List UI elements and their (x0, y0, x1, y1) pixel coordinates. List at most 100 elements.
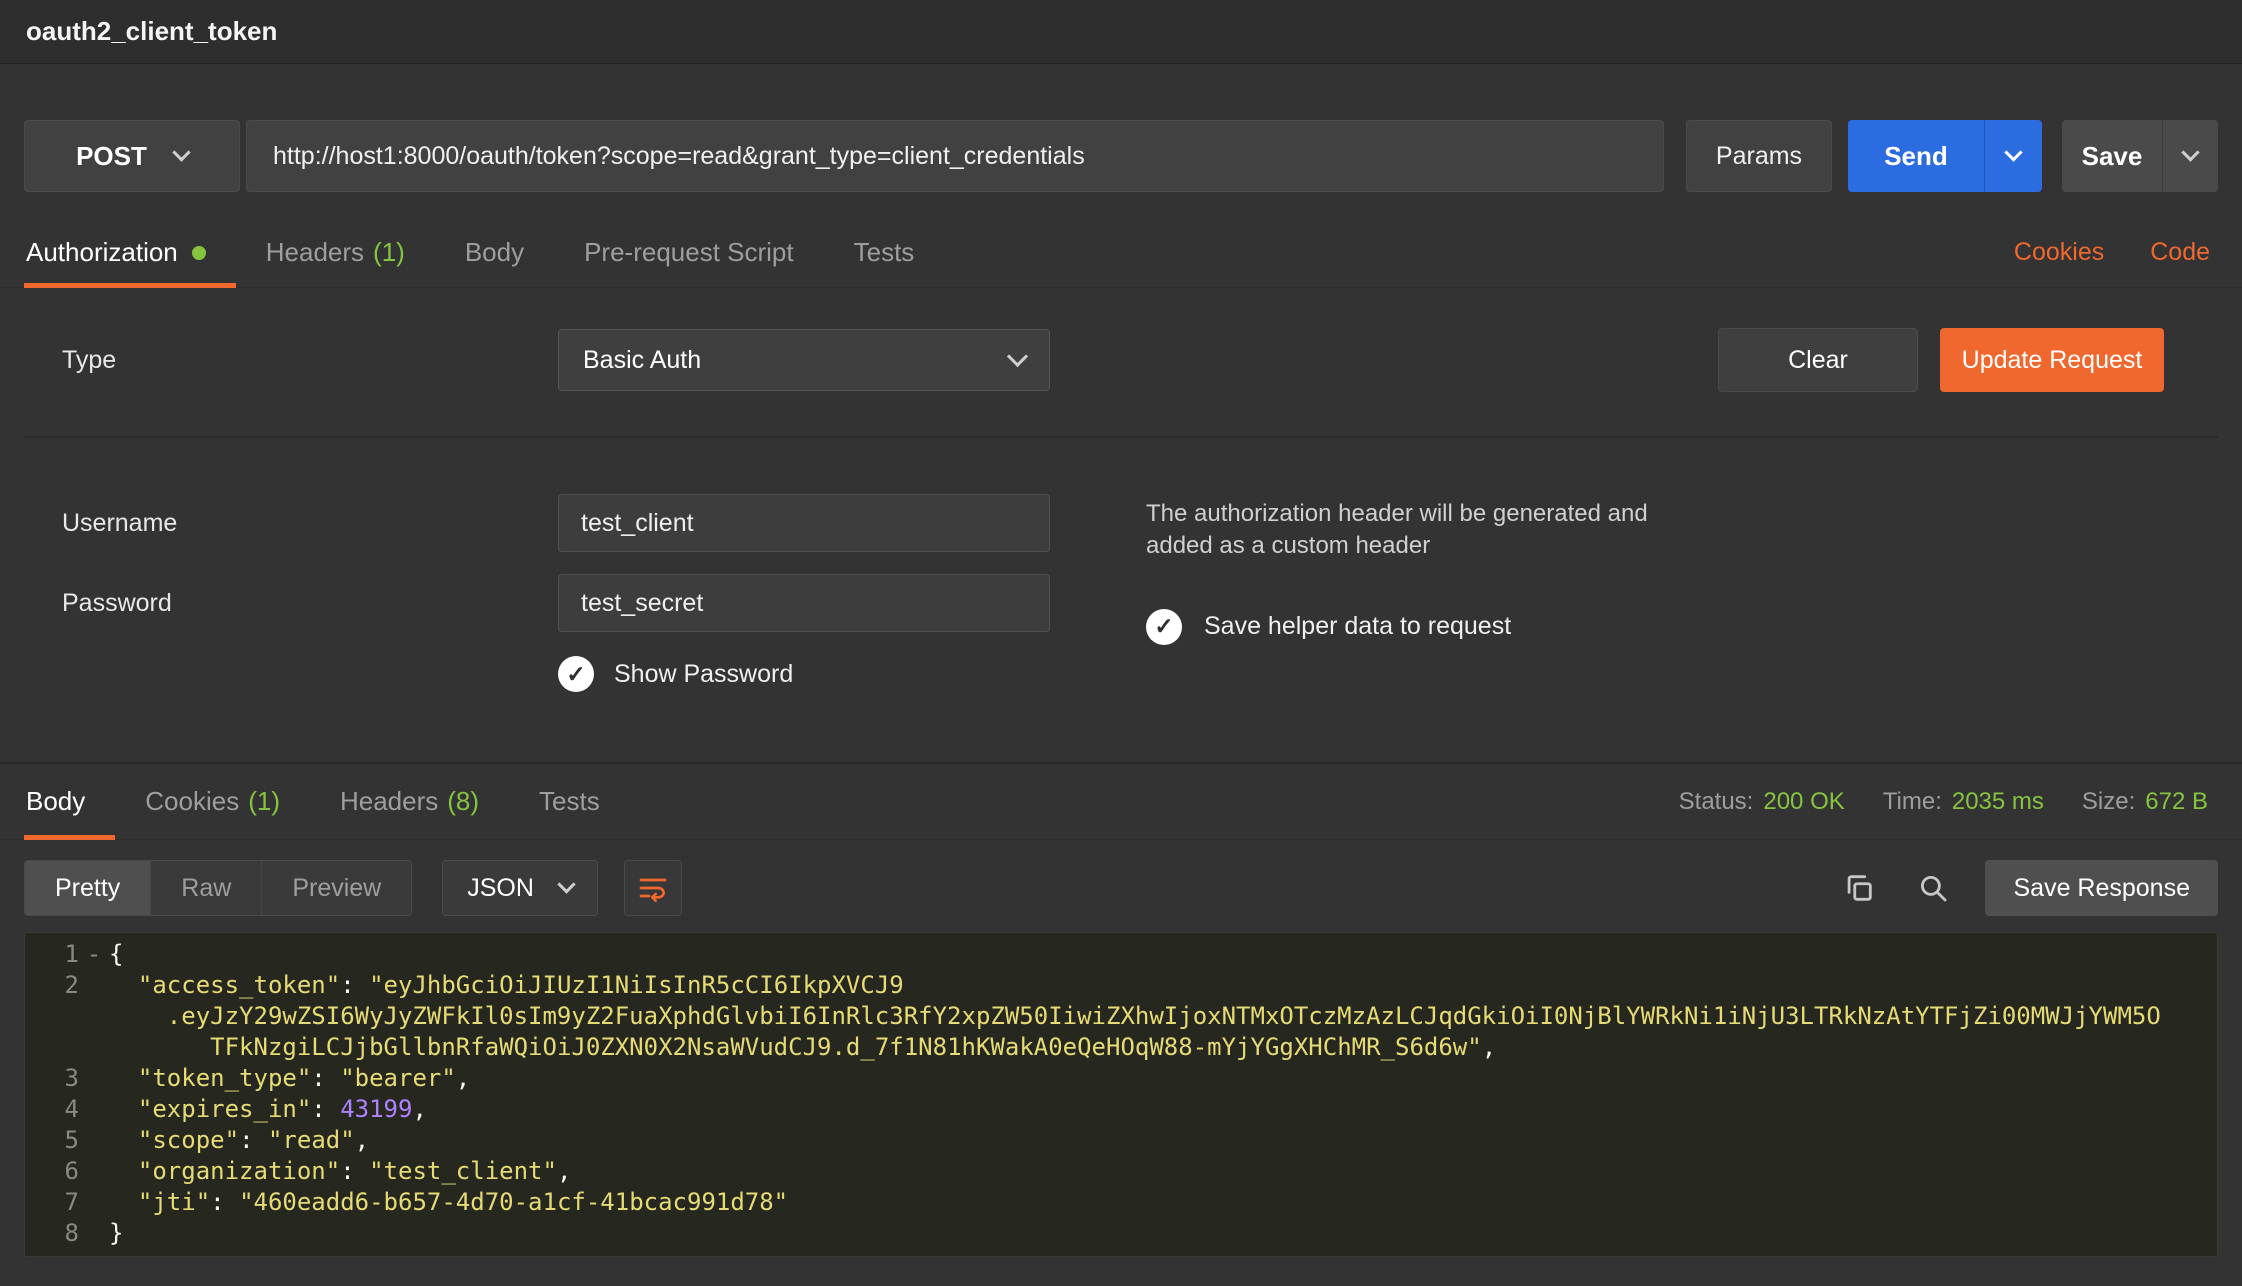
response-status-bar: Status: 200 OK Time: 2035 ms Size: 672 B (1679, 764, 2218, 839)
cookies-link[interactable]: Cookies (2014, 238, 2104, 267)
auth-credentials-area: Username Password ✓ Show Password The au… (24, 494, 2218, 692)
view-mode-raw[interactable]: Raw (151, 861, 262, 915)
save-helper-row: ✓ Save helper data to request (1146, 609, 1766, 645)
save-helper-checkbox[interactable]: ✓ (1146, 609, 1182, 645)
wrap-text-icon (637, 872, 669, 904)
username-row: Username (24, 494, 1050, 552)
active-auth-dot (192, 246, 206, 260)
tab-label: Tests (854, 237, 915, 268)
time-value: 2035 ms (1952, 788, 2044, 816)
line-number: 5 (25, 1125, 79, 1156)
code-link[interactable]: Code (2150, 238, 2210, 267)
response-body-code[interactable]: 1-{2 "access_token": "eyJhbGciOiJIUzI1Ni… (24, 932, 2218, 1257)
tab-label: Authorization (26, 237, 178, 268)
fold-gutter (79, 1125, 109, 1156)
auth-type-row: Type Basic Auth Clear Update Request (24, 328, 2218, 392)
response-toolbar: Pretty Raw Preview JSON (24, 860, 2218, 916)
show-password-checkbox[interactable]: ✓ (558, 656, 594, 692)
line-number: 6 (25, 1156, 79, 1187)
show-password-label: Show Password (614, 660, 793, 689)
fold-gutter (79, 970, 109, 1001)
fold-gutter (79, 1187, 109, 1218)
fold-gutter (79, 1063, 109, 1094)
tab-label: Headers (266, 237, 364, 268)
auth-type-actions: Clear Update Request (1718, 328, 2164, 392)
time-label: Time: (1883, 788, 1942, 816)
tab-label: Headers (340, 786, 438, 817)
chevron-down-icon (557, 875, 575, 893)
password-label: Password (24, 589, 558, 618)
code-line: 6 "organization": "test_client", (25, 1156, 2217, 1187)
save-response-button[interactable]: Save Response (1985, 860, 2218, 916)
code-line: 7 "jti": "460eadd6-b657-4d70-a1cf-41bcac… (25, 1187, 2217, 1218)
status-label: Status: (1679, 788, 1754, 816)
copy-response-button[interactable] (1837, 866, 1881, 910)
fold-gutter (79, 1032, 109, 1063)
response-tab-tests[interactable]: Tests (509, 764, 630, 839)
send-options-button[interactable] (1984, 120, 2042, 192)
send-button[interactable]: Send (1848, 120, 1984, 192)
tab-count: (1) (373, 237, 405, 268)
response-tabs: Body Cookies (1) Headers (8) Tests Statu… (0, 764, 2242, 840)
fold-gutter (79, 1156, 109, 1187)
view-mode-preview[interactable]: Preview (262, 861, 411, 915)
params-button[interactable]: Params (1686, 120, 1832, 192)
tab-headers[interactable]: Headers (1) (236, 218, 435, 287)
response-format-dropdown[interactable]: JSON (442, 860, 598, 916)
request-tabs: Authorization Headers (1) Body Pre-reque… (0, 218, 2242, 288)
password-field[interactable] (558, 574, 1050, 632)
code-text: "scope": "read", (109, 1125, 369, 1156)
chevron-down-icon (172, 143, 190, 161)
code-line: 1-{ (25, 939, 2217, 970)
response-tab-cookies[interactable]: Cookies (1) (115, 764, 310, 839)
section-divider (24, 436, 2218, 438)
code-text: "organization": "test_client", (109, 1156, 571, 1187)
fold-gutter (79, 1001, 109, 1032)
view-mode-switch: Pretty Raw Preview (24, 860, 412, 916)
view-mode-pretty[interactable]: Pretty (25, 861, 151, 915)
response-format-value: JSON (467, 874, 534, 903)
password-row: Password (24, 574, 1050, 632)
clear-button[interactable]: Clear (1718, 328, 1918, 392)
url-input[interactable] (246, 120, 1664, 192)
tab-label: Body (26, 786, 85, 817)
username-field[interactable] (558, 494, 1050, 552)
line-number (25, 1032, 79, 1063)
send-button-group: Send (1848, 120, 2042, 192)
code-text: "jti": "460eadd6-b657-4d70-a1cf-41bcac99… (109, 1187, 788, 1218)
save-options-button[interactable] (2162, 120, 2218, 192)
status-group: Status: 200 OK (1679, 788, 1845, 816)
line-number: 8 (25, 1218, 79, 1249)
auth-helper-area: The authorization header will be generat… (1146, 494, 1766, 692)
response-tab-body[interactable]: Body (24, 764, 115, 839)
response-section: Body Cookies (1) Headers (8) Tests Statu… (0, 762, 2242, 1257)
search-response-button[interactable] (1911, 866, 1955, 910)
fold-toggle-icon[interactable]: - (79, 939, 109, 970)
line-number: 4 (25, 1094, 79, 1125)
save-button[interactable]: Save (2062, 120, 2162, 192)
code-line: .eyJzY29wZSI6WyJyZWFkIl0sIm9yZ2FuaXphdGl… (25, 1001, 2217, 1032)
request-titlebar: oauth2_client_token (0, 0, 2242, 64)
auth-credentials-form: Username Password ✓ Show Password (24, 494, 1050, 692)
authorization-panel: Type Basic Auth Clear Update Request Use… (0, 288, 2242, 762)
code-text: "access_token": "eyJhbGciOiJIUzI1NiIsInR… (109, 970, 904, 1001)
auth-type-dropdown[interactable]: Basic Auth (558, 329, 1050, 391)
tab-body[interactable]: Body (435, 218, 554, 287)
fold-gutter (79, 1218, 109, 1249)
line-number: 3 (25, 1063, 79, 1094)
code-text: } (109, 1218, 123, 1249)
page-title: oauth2_client_token (26, 16, 277, 47)
tab-count: (1) (248, 786, 280, 817)
tab-tests[interactable]: Tests (824, 218, 945, 287)
tab-label: Cookies (145, 786, 239, 817)
tabs-right-links: Cookies Code (2014, 218, 2218, 287)
update-request-button[interactable]: Update Request (1940, 328, 2164, 392)
time-group: Time: 2035 ms (1883, 788, 2044, 816)
tab-label: Tests (539, 786, 600, 817)
method-dropdown[interactable]: POST (24, 120, 240, 192)
wrap-text-button[interactable] (624, 860, 682, 916)
tab-pre-request-script[interactable]: Pre-request Script (554, 218, 824, 287)
tab-label: Pre-request Script (584, 237, 794, 268)
response-tab-headers[interactable]: Headers (8) (310, 764, 509, 839)
tab-authorization[interactable]: Authorization (24, 218, 236, 287)
